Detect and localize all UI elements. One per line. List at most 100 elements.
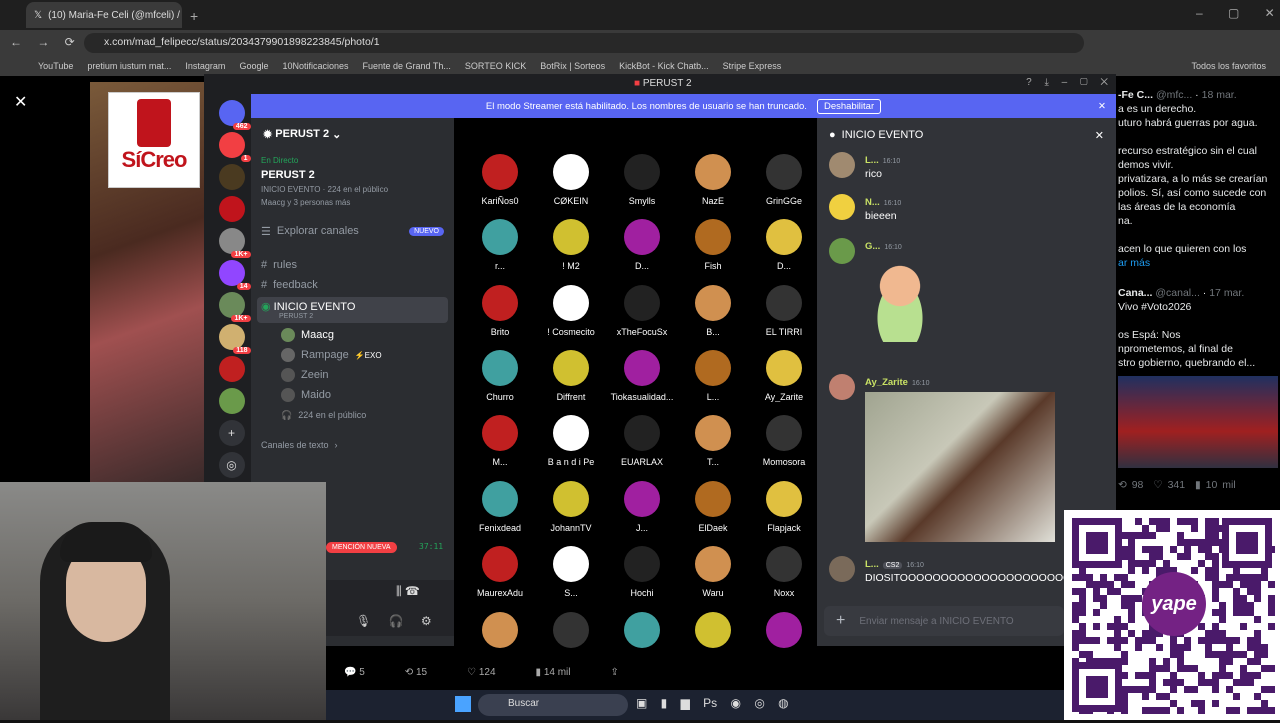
server-icon[interactable] [218, 196, 245, 222]
server-icon[interactable]: 462 [218, 100, 251, 130]
server-icon[interactable]: 1K+ [218, 228, 251, 258]
nav-buttons[interactable]: ← → ⟳ [10, 35, 75, 49]
stage-user[interactable]: Fish [678, 219, 748, 271]
bookmark[interactable]: KickBot - Kick Chatb... [619, 61, 709, 71]
bookmark[interactable]: SORTEO KICK [465, 61, 526, 71]
stage-user[interactable]: NazE [678, 154, 748, 206]
stage-user[interactable]: T... [678, 415, 748, 467]
new-tab-button[interactable]: + [190, 8, 198, 24]
stage-user[interactable]: GrinGGe [749, 154, 819, 206]
bookmark[interactable]: Fuente de Grand Th... [363, 61, 451, 71]
stage-user[interactable]: Noxx [749, 545, 819, 598]
retweet-button[interactable]: ⟲ 15 [405, 667, 427, 678]
stage-channel[interactable]: ◉ INICIO EVENTO PERUST 2 [257, 297, 448, 323]
stage-user[interactable]: Waru [678, 545, 748, 598]
stage-user[interactable]: EL TIRRI [749, 284, 819, 337]
reply-button[interactable]: 💬 5 [344, 667, 365, 678]
close-icon[interactable]: ✕ [14, 92, 27, 112]
stage-user[interactable]: JohannTV [536, 480, 606, 533]
close-icon[interactable]: ✕ [1095, 129, 1104, 142]
url-field[interactable]: x.com/mad_felipecc/status/20343799018982… [84, 33, 1084, 53]
stage-user[interactable]: J... [607, 480, 677, 533]
server-icon[interactable] [218, 164, 245, 190]
category-text[interactable]: Canales de texto › [251, 435, 454, 455]
server-icon[interactable] [218, 388, 245, 414]
bookmarks-bar: YouTube pretium iustum mat... Instagram … [0, 56, 1280, 76]
window-controls[interactable]: – ▢ ✕ [1196, 6, 1275, 20]
stage-user[interactable]: Hochi [607, 545, 677, 598]
bookmark[interactable]: BotRix | Sorteos [540, 61, 605, 71]
stage-user[interactable]: Diffrent [536, 349, 606, 402]
stage-user[interactable]: Smylls [607, 154, 677, 206]
stage-user[interactable]: Flapjack [749, 480, 819, 533]
mention-badge[interactable]: MENCIÓN NUEVA [326, 542, 397, 553]
stage-user[interactable]: Momosora [749, 415, 819, 467]
stage-user[interactable]: r... [465, 219, 535, 271]
stage-user[interactable]: EUARLAX [607, 415, 677, 467]
bookmark[interactable]: YouTube [38, 61, 73, 71]
bookmark[interactable]: Instagram [185, 61, 225, 71]
stage-user[interactable]: CØKEIN [536, 154, 606, 206]
bookmark[interactable]: 10Notificaciones [282, 61, 348, 71]
all-favorites[interactable]: Todos los favoritos [1191, 61, 1266, 71]
avatar [695, 219, 731, 256]
member[interactable]: Rampage ⚡EXO [251, 345, 454, 365]
soundboard-icon[interactable]: ⫼ ☎ [396, 584, 420, 599]
server-icon[interactable]: 14 [218, 260, 251, 290]
stage-user[interactable]: Churro [465, 349, 535, 402]
bookmark[interactable]: pretium iustum mat... [87, 61, 171, 71]
stage-user[interactable]: Ay_Zarite [749, 349, 819, 402]
bookmark[interactable]: Stripe Express [723, 61, 782, 71]
live-card[interactable]: En Directo PERUST 2 INICIO EVENTO · 224 … [251, 150, 454, 213]
stage-user[interactable]: ! Cosmecito [536, 284, 606, 337]
stage-user[interactable]: S... [536, 545, 606, 598]
chat-message: L... 16:10 rico [829, 152, 900, 180]
stage-user[interactable]: B... [678, 284, 748, 337]
disable-button[interactable]: Deshabilitar [816, 98, 882, 114]
stage-user[interactable]: M... [465, 415, 535, 467]
plus-icon[interactable]: + [836, 612, 845, 630]
server-icon[interactable]: 118 [218, 324, 251, 354]
member[interactable]: Maacg [251, 325, 454, 345]
server-icon[interactable]: 1 [218, 132, 251, 162]
webcam [0, 482, 326, 720]
stage-user[interactable]: Tiokasualidad... [607, 349, 677, 402]
stage-user[interactable]: D... [749, 219, 819, 271]
show-more-link[interactable]: ar más [1118, 256, 1278, 270]
message-input[interactable]: + Enviar mensaje a INICIO EVENTO [824, 606, 1064, 636]
close-icon[interactable]: ✕ [1098, 101, 1106, 112]
browser-tab[interactable]: 𝕏 (10) Maria-Fe Celi (@mfceli) / X [26, 2, 182, 28]
member[interactable]: Maido [251, 385, 454, 405]
stage-user[interactable]: Brito [465, 284, 535, 337]
server-header[interactable]: ✹ PERUST 2 ⌄ [251, 118, 454, 150]
channel-rules[interactable]: # rules [251, 255, 454, 275]
video-embed[interactable] [865, 392, 1055, 542]
user-name: MaurexAdu [476, 587, 524, 598]
add-server-icon[interactable]: + [218, 420, 245, 446]
windows-icon[interactable] [455, 696, 471, 712]
stage-user[interactable]: B a n d i Pe [536, 415, 606, 467]
like-button[interactable]: ♡ 124 [467, 667, 495, 678]
stage-user[interactable]: Fenixdead [465, 480, 535, 533]
explore-channels[interactable]: ☰ Explorar canales NUEVO [251, 221, 454, 241]
stage-user[interactable]: MaurexAdu [465, 545, 535, 598]
server-icon[interactable] [218, 356, 245, 382]
taskbar-search[interactable]: Buscar [478, 694, 628, 716]
mic-controls[interactable]: 🎙 🎧 ⚙ [356, 614, 432, 628]
window-controls[interactable]: ? ⤓ – ▢ ✕ [1026, 77, 1108, 88]
stage-user[interactable]: D... [607, 219, 677, 271]
bookmark[interactable]: Google [239, 61, 268, 71]
server-icon[interactable]: 1K+ [218, 292, 251, 322]
stage-user[interactable]: KariÑos0 [465, 154, 535, 206]
share-button[interactable]: ⇪ [611, 667, 619, 678]
taskbar-apps[interactable]: ▣ ▮ ▆ Ps ◉ ◎ ◍ [636, 696, 789, 710]
tweet-right: -Fe C... @mfc... · 18 mar. a es un derec… [1118, 88, 1278, 492]
channel-feedback[interactable]: # feedback [251, 275, 454, 295]
stage-user[interactable]: ElDaek [678, 480, 748, 533]
stage-user[interactable]: xTheFocuSx [607, 284, 677, 337]
discover-icon[interactable]: ◎ [218, 452, 245, 478]
hash-icon: # [261, 279, 268, 291]
member[interactable]: Zeein [251, 365, 454, 385]
stage-user[interactable]: ! M2 [536, 219, 606, 271]
stage-user[interactable]: L... [678, 349, 748, 402]
